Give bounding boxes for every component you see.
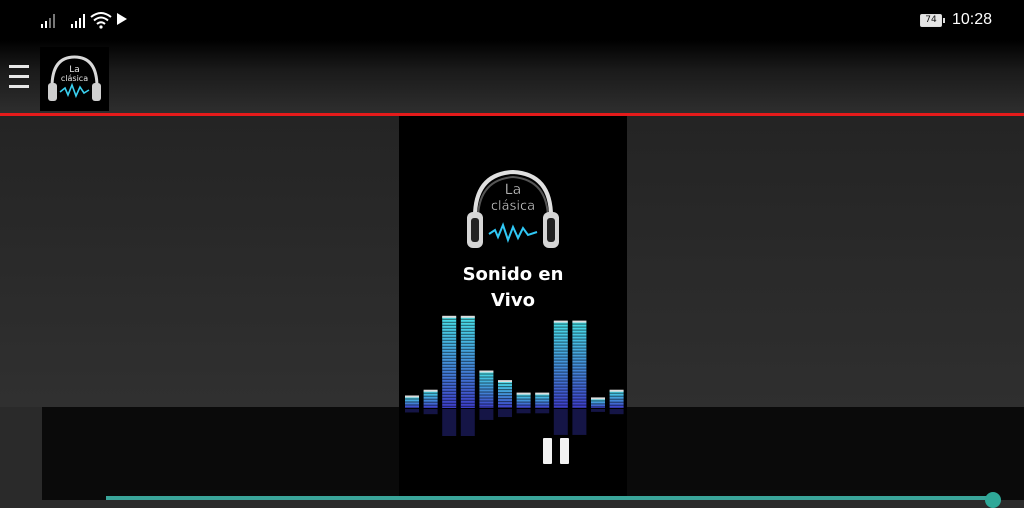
- visualizer-bar: [591, 397, 605, 412]
- visualizer-bar: [516, 392, 531, 414]
- app-logo[interactable]: La clásica: [40, 47, 109, 111]
- progress-bar[interactable]: [106, 496, 996, 500]
- station-logo-text-1: La: [505, 182, 521, 198]
- visualizer-bar: [498, 380, 512, 418]
- signal-icon-2: [71, 13, 85, 28]
- visualizer-bar: [423, 389, 438, 415]
- visualizer-bar: [479, 370, 494, 420]
- visualizer-bar: [442, 315, 457, 436]
- station-logo-text-2: clásica: [491, 199, 535, 214]
- media-playing-icon: [117, 13, 127, 25]
- audio-visualizer: [405, 315, 624, 436]
- visualizer-bar: [553, 320, 568, 435]
- visualizer-bar: [609, 389, 624, 415]
- battery-icon: 74: [920, 14, 945, 27]
- wifi-icon: [90, 12, 112, 29]
- menu-icon[interactable]: [9, 65, 29, 91]
- visualizer-bar: [535, 392, 550, 414]
- visualizer-bar: [572, 320, 587, 435]
- signal-icon: [41, 13, 55, 28]
- right-background: [627, 116, 1024, 407]
- visualizer-bar: [460, 315, 475, 436]
- progress-handle[interactable]: [985, 492, 1001, 508]
- app-logo-text-2: clásica: [61, 74, 88, 83]
- left-background: [0, 116, 399, 407]
- station-logo: La clásica: [467, 169, 559, 248]
- visualizer-bar: [405, 395, 419, 413]
- pause-button[interactable]: [543, 438, 571, 464]
- player-panel: La clásica Sonido en Vivo: [399, 116, 627, 500]
- status-time: 10:28: [952, 11, 993, 28]
- status-bar: 74 10:28: [0, 0, 1024, 40]
